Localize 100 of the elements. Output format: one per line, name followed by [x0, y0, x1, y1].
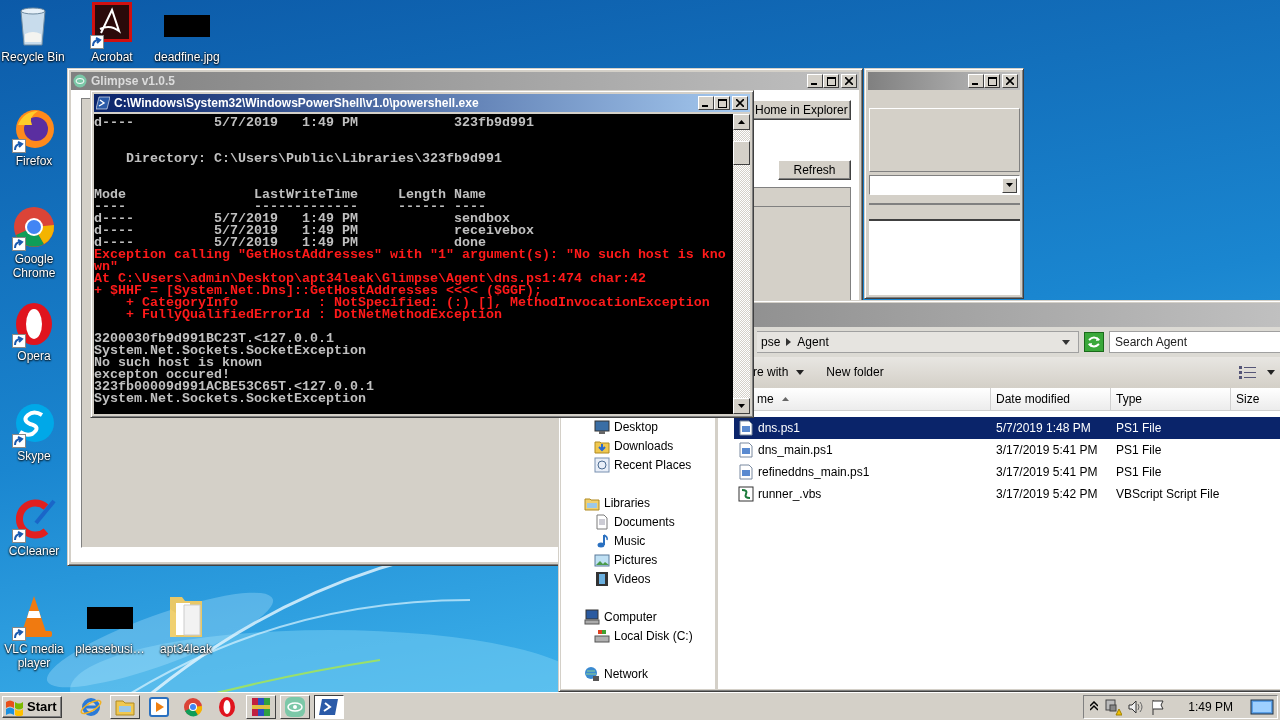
network-warning-icon — [1104, 697, 1123, 716]
console-line: d---- 5/7/2019 1:49 PM receivebox — [94, 225, 535, 237]
minimize-button[interactable] — [698, 96, 714, 110]
file-row[interactable]: dns.ps1 5/7/2019 1:48 PM PS1 File — [734, 417, 1280, 439]
console-line: No such host is known — [94, 357, 262, 369]
scroll-thumb[interactable] — [733, 141, 750, 165]
close-icon — [845, 77, 853, 85]
console-line: ---- ------------- ------ ---- — [94, 201, 486, 213]
console-error-line: wn" — [94, 261, 118, 273]
file-name: refineddns_main.ps1 — [758, 465, 870, 479]
nav-item[interactable]: Downloads — [561, 436, 715, 455]
type-cell-text: PS1 File — [1115, 443, 1163, 457]
picture-icon — [594, 551, 610, 568]
column-header[interactable]: Date modified — [991, 388, 1111, 410]
maximize-icon — [826, 76, 836, 86]
close-icon — [736, 99, 744, 107]
maximize-button[interactable] — [984, 74, 1000, 88]
refresh-icon — [1084, 332, 1104, 352]
breadcrumb-item[interactable]: Agent — [797, 335, 829, 349]
desktop-icon[interactable]: deadfine.jpg — [155, 1, 219, 64]
console-error-line: + FullyQualifiedErrorId : DotNetMethodException — [125, 309, 503, 321]
column-header[interactable]: Size — [1231, 388, 1280, 410]
type-cell-text: PS1 File — [1115, 421, 1163, 435]
desktop-icon[interactable]: Google Chrome — [2, 203, 66, 280]
desktop-icon[interactable]: Opera — [2, 300, 66, 363]
console-line: excepton occured! — [94, 369, 230, 381]
scroll-down-button[interactable] — [733, 398, 750, 414]
refresh-button[interactable] — [1083, 331, 1105, 353]
file-name: dns_main.ps1 — [758, 443, 833, 457]
speaker-icon — [1128, 698, 1145, 715]
caret-icon — [1006, 183, 1013, 187]
start-button[interactable]: Start — [2, 695, 62, 718]
maximize-button[interactable] — [823, 74, 839, 88]
script-file-icon — [738, 420, 754, 436]
desktop-icon[interactable]: Acrobat — [80, 1, 144, 64]
type-cell-text: PS1 File — [1115, 465, 1163, 479]
breadcrumb-item[interactable]: pse — [761, 335, 781, 349]
monitor-icon — [594, 418, 610, 435]
maximize-button[interactable] — [714, 96, 730, 110]
console-line: System.Net.Sockets.SocketException — [94, 393, 367, 405]
clock: 1:49 PM — [1188, 699, 1233, 714]
script-file-icon — [738, 486, 754, 502]
file-row[interactable]: refineddns_main.ps1 3/17/2019 5:41 PM PS1 File — [734, 461, 1280, 483]
console-line: d---- 5/7/2019 1:49 PM 323fb9d991 — [94, 117, 535, 129]
maximize-icon — [717, 98, 727, 108]
date-cell-text: 3/17/2019 5:42 PM — [995, 487, 1099, 501]
date-cell-text: 5/7/2019 1:48 PM — [995, 421, 1092, 435]
date-cell-text: 3/17/2019 5:41 PM — [995, 465, 1099, 479]
nav-item[interactable]: Pictures — [561, 550, 715, 569]
computer-icon — [584, 608, 600, 625]
monitor-icon — [1250, 697, 1274, 716]
nav-item[interactable]: Local Disk (C:) — [561, 626, 715, 645]
home-in-explorer-button[interactable]: Home in Explorer — [752, 100, 851, 120]
flag-icon — [1150, 698, 1167, 715]
window-title: Glimpse v1.0.5 — [91, 74, 176, 88]
recent-places-icon — [594, 456, 610, 473]
console-line: d---- 5/7/2019 1:49 PM done — [94, 237, 486, 249]
type-cell-text: VBScript Script File — [1115, 487, 1221, 501]
film-strip-icon — [594, 570, 610, 587]
console-line: d---- 5/7/2019 1:49 PM sendbox — [94, 213, 510, 225]
view-list-icon — [1239, 365, 1257, 379]
toolbar-button[interactable]: New folder — [826, 365, 884, 379]
nav-item[interactable]: Music — [561, 531, 715, 550]
nav-item[interactable]: Recent Places — [561, 455, 715, 474]
caret-icon — [796, 369, 805, 375]
chevron-icon — [786, 338, 792, 346]
close-icon — [1006, 77, 1014, 85]
nav-item[interactable]: Network — [561, 664, 715, 683]
nav-item[interactable]: Libraries — [561, 493, 715, 512]
nav-item[interactable]: Desktop — [561, 417, 715, 436]
desktop-icon[interactable]: Firefox — [2, 105, 66, 168]
archive-books-icon — [249, 695, 272, 718]
nav-item[interactable]: Computer — [561, 607, 715, 626]
scroll-up-button[interactable] — [733, 114, 750, 130]
nav-item[interactable]: Videos — [561, 569, 715, 588]
file-row[interactable]: dns_main.ps1 3/17/2019 5:41 PM PS1 File — [734, 439, 1280, 461]
address-bar[interactable]: pse Agent — [757, 331, 1079, 353]
close-button[interactable] — [841, 74, 857, 88]
column-header[interactable]: Type — [1111, 388, 1231, 410]
file-name: runner_.vbs — [758, 487, 822, 501]
desktop-icon[interactable]: Skype — [2, 400, 66, 463]
minimize-button[interactable] — [807, 74, 823, 88]
date-cell-text: 3/17/2019 5:41 PM — [995, 443, 1099, 457]
minimize-button[interactable] — [968, 74, 984, 88]
script-file-icon — [738, 442, 754, 458]
chevron-up-icon — [1090, 700, 1099, 711]
up-arrow-icon — [738, 120, 745, 124]
dropdown[interactable] — [869, 175, 1020, 195]
desktop-icon[interactable]: Recycle Bin — [1, 1, 65, 64]
refresh-button[interactable]: Refresh — [778, 160, 851, 180]
taskbar-button[interactable] — [313, 694, 344, 719]
toolbar-button[interactable]: re with — [753, 365, 805, 379]
console-error-line: Exception calling "GetHostAddresses" with "1" argument(s): "No such host is kno — [94, 249, 727, 261]
close-button[interactable] — [1002, 74, 1018, 88]
close-button[interactable] — [732, 96, 748, 110]
search-field[interactable]: Search Agent — [1109, 331, 1280, 353]
file-row[interactable]: runner_.vbs 3/17/2019 5:42 PM VBScript Script File — [734, 483, 1280, 505]
console-line: Mode LastWriteTime Length Name — [94, 189, 487, 201]
nav-item[interactable]: Documents — [561, 512, 715, 531]
caret-icon — [1267, 369, 1275, 375]
